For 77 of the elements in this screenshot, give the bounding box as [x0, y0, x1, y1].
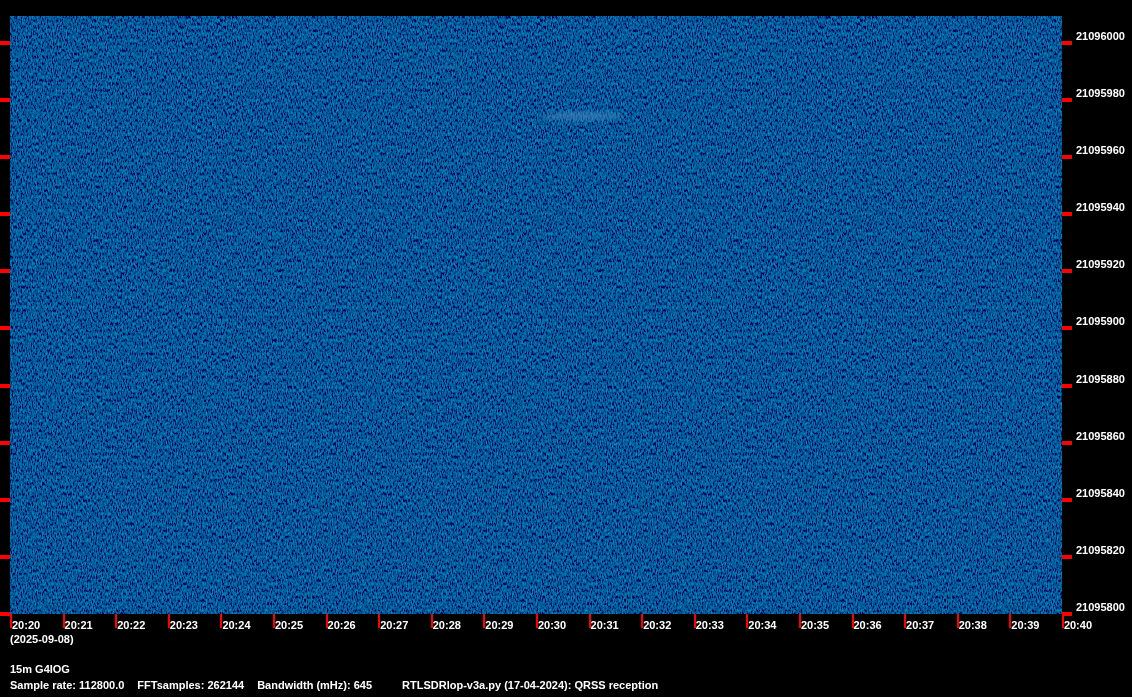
frequency-label: 21096000: [1076, 29, 1125, 43]
tick-mark: [588, 614, 591, 628]
tick-mark: [0, 41, 10, 45]
tick-mark: [1062, 98, 1072, 103]
tick-mark: [1062, 212, 1072, 217]
frequency-label: 21095980: [1076, 86, 1125, 101]
time-label: 20:23: [169, 618, 198, 632]
time-label: 20:30: [537, 618, 567, 632]
tick-mark: [483, 614, 486, 628]
time-label: 20:40: [1063, 618, 1092, 632]
tick-mark: [1062, 383, 1072, 388]
time-label: 20:37: [906, 618, 935, 632]
tick-mark: [115, 614, 118, 628]
frequency-label: 21095900: [1076, 314, 1125, 329]
tick-mark: [0, 269, 10, 274]
tick-mark: [693, 614, 696, 628]
tick-mark: [220, 614, 223, 628]
frequency-label: 21095800: [1076, 599, 1125, 614]
time-label: 20:24: [222, 618, 251, 632]
tick-mark: [1062, 269, 1072, 274]
tick-mark: [0, 440, 10, 445]
tick-mark: [0, 383, 10, 388]
time-label: 20:20: [12, 618, 41, 632]
date-label: (2025-09-08): [9, 632, 75, 646]
tick-mark: [378, 614, 381, 628]
time-label: 20:27: [380, 618, 409, 632]
tick-mark: [904, 614, 907, 628]
tick-mark: [0, 212, 10, 217]
time-label: 20:38: [958, 618, 987, 632]
time-label: 20:31: [590, 618, 619, 632]
tick-mark: [1009, 614, 1012, 628]
time-label: 20:35: [800, 618, 830, 632]
frequency-label: 21095840: [1076, 485, 1125, 500]
info-text: Sample rate: 112800.0: [10, 679, 125, 692]
time-label: 20:29: [485, 618, 514, 632]
tick-mark: [62, 614, 65, 628]
tick-mark: [272, 614, 275, 628]
time-label: 20:28: [432, 618, 461, 632]
tick-mark: [1062, 554, 1072, 559]
tick-mark: [0, 497, 10, 502]
frequency-label: 21095960: [1076, 143, 1125, 158]
tick-mark: [325, 614, 328, 628]
tick-mark: [0, 554, 10, 559]
time-label: 20:22: [117, 618, 146, 632]
tick-mark: [956, 614, 959, 628]
tick-mark: [798, 614, 801, 628]
info-text: Bandwidth (mHz): 645: [257, 679, 373, 692]
frequency-label: 21095920: [1076, 257, 1125, 272]
frequency-label: 21095940: [1076, 200, 1125, 215]
tick-mark: [1062, 41, 1072, 45]
station-label: 15m G4IOG: [10, 662, 71, 676]
tick-mark: [535, 614, 538, 628]
time-label: 20:33: [695, 618, 724, 632]
frequency-label: 21095880: [1076, 371, 1125, 386]
frequency-label: 21095820: [1076, 542, 1125, 557]
tick-mark: [167, 614, 170, 628]
time-label: 20:25: [274, 618, 304, 632]
time-label: 20:21: [64, 618, 93, 632]
tick-mark: [1062, 155, 1072, 160]
info-text: RTLSDRlop-v3a.py (17-04-2024): QRSS reception: [402, 679, 659, 692]
tick-mark: [0, 326, 10, 331]
tick-mark: [0, 155, 10, 160]
info-text: FFTsamples: 262144: [137, 679, 245, 692]
tick-mark: [851, 614, 854, 628]
time-label: 20:39: [1011, 618, 1040, 632]
tick-mark: [641, 614, 644, 628]
frequency-label: 21095860: [1076, 428, 1125, 443]
tick-mark: [0, 98, 10, 103]
time-label: 20:32: [643, 618, 672, 632]
tick-mark: [1062, 326, 1072, 331]
tick-mark: [1062, 440, 1072, 445]
tick-mark: [430, 614, 433, 628]
tick-mark: [1062, 497, 1072, 502]
time-label: 20:26: [327, 618, 356, 632]
time-label: 20:34: [748, 618, 777, 632]
tick-mark: [746, 614, 749, 628]
time-label: 20:36: [853, 618, 882, 632]
